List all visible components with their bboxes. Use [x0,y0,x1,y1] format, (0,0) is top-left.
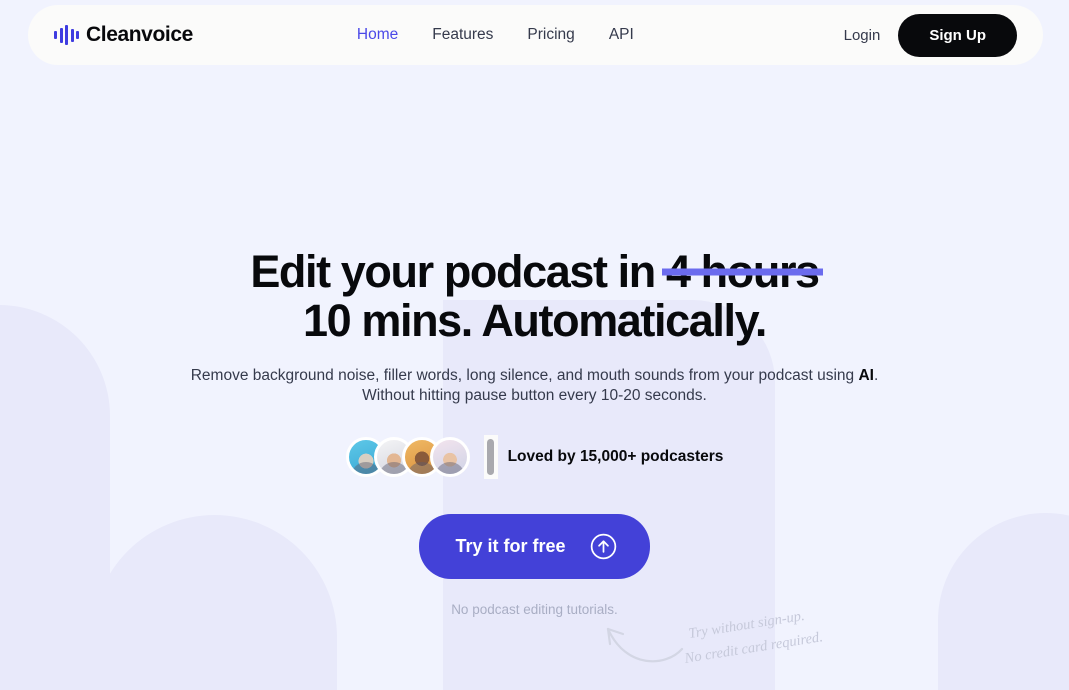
subtitle-line1-end: . [873,367,879,384]
nav-item-pricing[interactable]: Pricing [527,26,574,44]
arrow-up-circle-icon [590,533,616,560]
subtitle-line1-start: Remove background noise, filler words, l… [190,367,859,384]
social-proof-divider [483,435,498,479]
try-it-for-free-button[interactable]: Try it for free [419,514,650,579]
avatar [429,437,470,477]
cta-label: Try it for free [455,536,566,556]
cta-container: Try it for free [0,514,1069,579]
hero-subtitle: Remove background noise, filler words, l… [145,366,925,406]
brand-name: Cleanvoice [86,23,193,46]
waveform-icon [54,25,79,45]
avatar-group [345,437,470,477]
social-proof-label: Loved by 15,000+ podcasters [507,448,724,465]
hero-section: Edit your podcast in 4 hours 10 mins. Au… [0,0,1069,617]
subtitle-ai-emphasis: AI [858,367,874,384]
headline-text-before: Edit your podcast in [250,246,666,297]
header-actions: Login Sign Up [844,13,1017,57]
subtitle-line2: Without hitting pause button every 10-20… [362,387,707,404]
signup-button[interactable]: Sign Up [898,13,1017,57]
cta-note: No podcast editing tutorials. [451,602,618,617]
headline-strikethrough: 4 hours [665,246,820,297]
nav-item-home[interactable]: Home [357,26,398,44]
page-title: Edit your podcast in 4 hours 10 mins. Au… [0,247,1069,345]
headline-text-after: 10 mins. Automatically. [303,295,767,346]
social-proof: Loved by 15,000+ podcasters [0,435,1069,479]
site-header: Cleanvoice Home Features Pricing API Log… [28,5,1043,65]
nav-item-api[interactable]: API [609,26,634,44]
nav-item-features[interactable]: Features [432,26,493,44]
main-navigation: Home Features Pricing API [357,26,634,44]
brand-logo[interactable]: Cleanvoice [54,23,193,47]
login-link[interactable]: Login [844,27,881,44]
signup-annotation: Try without sign-up. No credit card requ… [600,608,900,690]
